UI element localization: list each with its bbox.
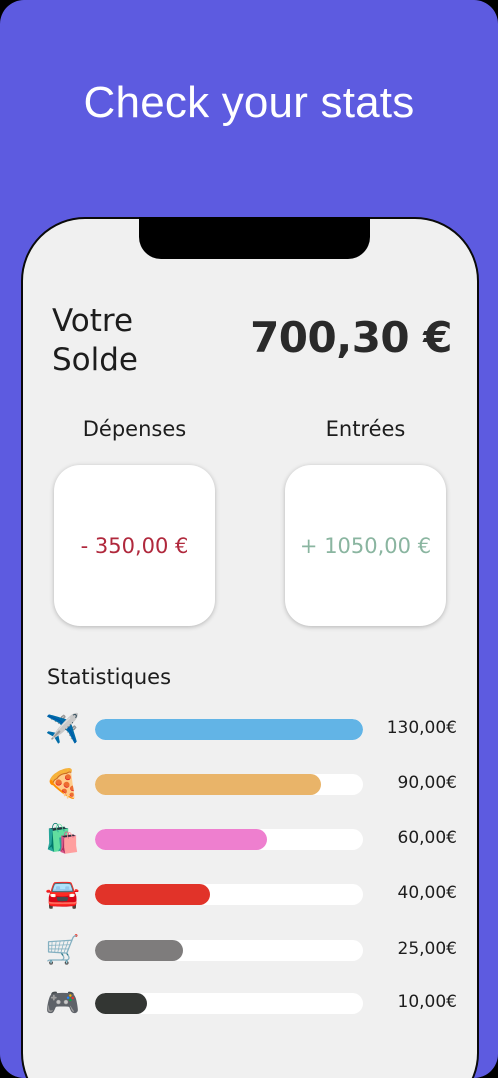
expenses-card[interactable]: - 350,00 €	[54, 465, 215, 626]
stat-amount: 90,00€	[397, 773, 457, 793]
phone-mockup: Votre Solde 700,30 € Dépenses Entrées - …	[21, 217, 479, 1078]
stat-bar-fill	[95, 829, 267, 850]
income-card[interactable]: + 1050,00 €	[285, 465, 446, 626]
shopping-bags-icon: 🛍️	[45, 823, 80, 854]
stat-amount: 10,00€	[397, 992, 457, 1012]
stat-row[interactable]: 🎮 10,00€	[45, 983, 457, 1023]
shopping-cart-icon: 🛒	[45, 934, 80, 965]
stat-bar-track	[95, 774, 363, 795]
balance-amount: 700,30 €	[250, 313, 452, 362]
stat-bar-track	[95, 719, 363, 740]
stat-amount: 60,00€	[397, 828, 457, 848]
page-title: Check your stats	[83, 78, 415, 127]
stat-row[interactable]: 🛒 25,00€	[45, 930, 457, 970]
stat-amount: 130,00€	[386, 718, 457, 738]
stat-bar-fill	[95, 884, 211, 905]
stat-bar-track	[95, 884, 363, 905]
stat-bar-track	[95, 993, 363, 1014]
car-icon: 🚘	[45, 878, 80, 909]
income-label: Entrées	[325, 417, 406, 441]
stat-bar-fill	[95, 940, 184, 961]
stat-bar-fill	[95, 774, 322, 795]
stat-row[interactable]: 🚘 40,00€	[45, 874, 457, 914]
statistics-title: Statistiques	[47, 665, 172, 689]
expenses-amount: - 350,00 €	[80, 533, 189, 558]
balance-label: Votre Solde	[52, 303, 139, 378]
stat-row[interactable]: 🍕 90,00€	[45, 764, 457, 804]
pizza-icon: 🍕	[45, 768, 80, 799]
stat-amount: 25,00€	[397, 939, 457, 959]
stat-bar-fill	[95, 993, 148, 1014]
stat-row[interactable]: 🛍️ 60,00€	[45, 819, 457, 859]
stat-bar-fill	[95, 719, 363, 740]
expenses-label: Dépenses	[82, 417, 187, 441]
stat-bar-track	[95, 940, 363, 961]
airplane-icon: ✈️	[45, 713, 80, 744]
income-amount: + 1050,00 €	[299, 533, 432, 558]
stat-amount: 40,00€	[397, 883, 457, 903]
app-screen: Check your stats Votre Solde 700,30 € Dé…	[0, 0, 498, 1078]
stat-row[interactable]: ✈️ 130,00€	[45, 709, 457, 749]
stat-bar-track	[95, 829, 363, 850]
phone-notch	[139, 217, 370, 259]
game-controller-icon: 🎮	[45, 987, 80, 1018]
